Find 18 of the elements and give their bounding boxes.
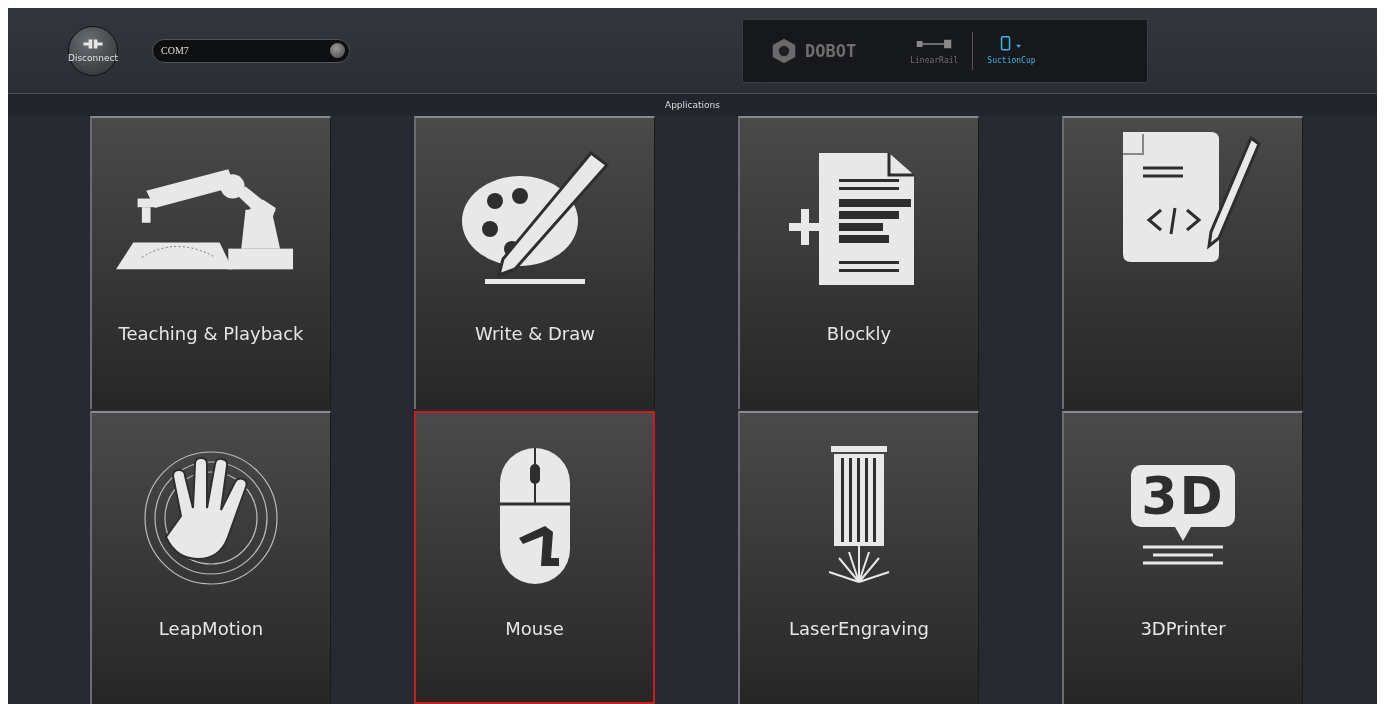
brand-name: DOBOT bbox=[805, 40, 857, 61]
app-tile[interactable] bbox=[1062, 116, 1303, 409]
app-tile[interactable]: Mouse bbox=[414, 411, 655, 704]
app-tile[interactable]: Teaching & Playback bbox=[90, 116, 331, 409]
tool-tab[interactable]: LinearRail bbox=[896, 36, 973, 65]
app-tile[interactable]: 3D 3DPrinter bbox=[1062, 411, 1303, 704]
app-tile[interactable]: Blockly bbox=[738, 116, 979, 409]
dropdown-knob-icon bbox=[330, 43, 345, 58]
app-tile[interactable]: Write & Draw bbox=[414, 116, 655, 409]
app-tile[interactable]: LeapMotion bbox=[90, 411, 331, 704]
3d-label: 3D bbox=[1131, 464, 1235, 527]
tool-tab[interactable]: SuctionCup bbox=[973, 36, 1050, 65]
app-tile[interactable]: LaserEngraving bbox=[738, 411, 979, 704]
hexagon-logo-icon bbox=[771, 37, 797, 64]
plug-icon bbox=[82, 38, 104, 50]
disconnect-button[interactable]: Disconnect bbox=[68, 25, 118, 76]
port-dropdown[interactable]: COM7 bbox=[152, 38, 350, 63]
section-title: Applications bbox=[8, 94, 1377, 116]
